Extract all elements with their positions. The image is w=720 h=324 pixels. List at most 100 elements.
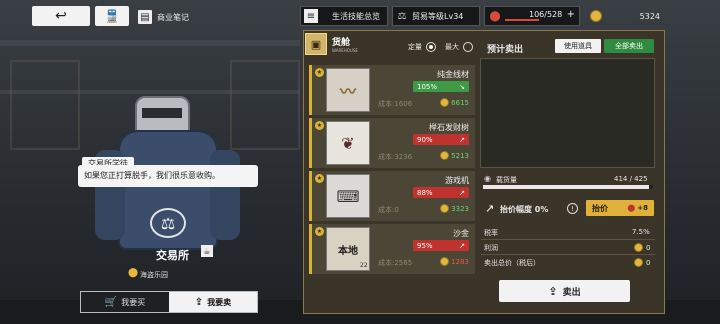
tab-sell-label: 我要卖 xyxy=(207,297,232,307)
stamina-icon: ⬤ xyxy=(489,10,501,22)
load-bar-fill xyxy=(483,185,649,189)
money-tree-icon: ❦ xyxy=(341,133,355,153)
item-cost: 成本:1606 xyxy=(378,100,413,108)
local-tag: 本地 xyxy=(338,245,358,257)
train-button[interactable]: 🚆 xyxy=(95,6,129,26)
trend-up-icon: ↘ xyxy=(459,82,465,91)
cart-icon: 🛒 xyxy=(104,296,118,308)
divider xyxy=(481,239,655,240)
option-fixed[interactable]: 定量 xyxy=(408,42,436,52)
raise-bonus: ⬤ +8 xyxy=(627,204,648,212)
item-percent: 105% ↘ xyxy=(413,81,469,92)
cargo-item[interactable]: ★ ❦ 榉石发财树 90% ↗ 成本:3236 5213 xyxy=(309,118,475,168)
shop-location: 海盗乐园 xyxy=(140,271,168,279)
back-button[interactable]: ↩ xyxy=(32,6,90,26)
coin-icon xyxy=(440,204,450,213)
npc-right-arm xyxy=(210,150,240,240)
cargo-item[interactable]: ★ 〰 纯金线材 105% ↘ 成本:1606 6615 xyxy=(309,65,475,115)
total-label: 卖出总价（税后） xyxy=(484,259,540,267)
shop-info-icon[interactable]: ☕ xyxy=(201,245,213,257)
cargo-title: 货舱 xyxy=(332,38,351,48)
use-item-button[interactable]: 使用道具 xyxy=(555,39,601,53)
tab-buy-label: 我要买 xyxy=(121,297,146,307)
sell-all-button[interactable]: 全部卖出 xyxy=(604,39,654,53)
notes-button[interactable]: ▤ 商业笔记 xyxy=(138,7,202,27)
exchange-emblem-icon: ⚖ xyxy=(150,208,186,238)
divider xyxy=(481,254,655,255)
item-thumbnail: ⌨ xyxy=(326,174,370,218)
option-fixed-label: 定量 xyxy=(408,43,422,51)
notebook-icon: ▤ xyxy=(138,10,152,24)
profit-value: 0 xyxy=(634,243,650,252)
load-icon: ◉ xyxy=(484,174,491,183)
star-icon: ★ xyxy=(315,68,324,77)
gold-wire-icon: 〰 xyxy=(339,82,356,101)
cargo-item[interactable]: ★ 本地 22 沙金 95% ↗ 成本:2565 1283 xyxy=(309,224,475,274)
item-name: 游戏机 xyxy=(445,176,469,185)
star-icon: ★ xyxy=(315,121,324,130)
profit-label: 利润 xyxy=(484,244,498,252)
total-value: 0 xyxy=(634,258,650,267)
coin-icon xyxy=(440,98,450,107)
tab-sell[interactable]: ⇪ 我要卖 xyxy=(169,292,257,312)
coin-chip: 5324 xyxy=(590,6,660,26)
stamina-chip[interactable]: ⬤ 106/528 + xyxy=(484,6,580,26)
coin-icon xyxy=(634,243,643,252)
item-percent: 95% ↗ xyxy=(413,240,469,251)
notes-label: 商业笔记 xyxy=(157,12,189,22)
list-icon: ≡ xyxy=(304,9,318,23)
raise-arrow-icon: ↗ xyxy=(485,202,495,215)
stamina-icon: ⬤ xyxy=(627,204,636,212)
back-arrow-icon: ↩ xyxy=(55,8,67,24)
sell-button[interactable]: ⇪ 卖出 xyxy=(499,280,630,302)
raise-button-label: 抬价 xyxy=(592,203,608,213)
tax-label: 税率 xyxy=(484,229,498,237)
raise-label: 抬价幅度 0% xyxy=(500,205,549,214)
trend-down-icon: ↗ xyxy=(459,135,465,144)
item-cost: 成本:3236 xyxy=(378,153,413,161)
trend-down-icon: ↗ xyxy=(459,241,465,250)
item-name: 纯金线材 xyxy=(437,70,469,79)
item-thumbnail: 〰 xyxy=(326,68,370,112)
item-cost: 成本:0 xyxy=(378,206,399,214)
bg-shelf xyxy=(10,60,80,150)
bg-beam xyxy=(0,40,300,46)
load-bar-track xyxy=(483,185,653,189)
item-price: 6615 xyxy=(440,98,469,107)
bg-shelf xyxy=(230,60,300,150)
trade-level-chip[interactable]: ⚖ 贸易等级Lv34 xyxy=(392,6,480,26)
tax-value: 7.5% xyxy=(632,228,650,236)
trade-tabs: 🛒 我要买 ⇪ 我要卖 xyxy=(80,291,258,313)
item-cost: 成本:2565 xyxy=(378,259,413,267)
trade-level-label: 贸易等级Lv34 xyxy=(412,11,464,21)
star-icon: ★ xyxy=(315,174,324,183)
option-max-radio[interactable] xyxy=(463,42,473,52)
coin-value: 5324 xyxy=(639,11,660,21)
option-max[interactable]: 最大 xyxy=(445,42,473,52)
option-fixed-radio[interactable] xyxy=(426,42,436,52)
info-icon[interactable]: ! xyxy=(567,203,578,214)
tab-buy[interactable]: 🛒 我要买 xyxy=(81,292,169,312)
item-percent: 88% ↗ xyxy=(413,187,469,198)
upload-icon: ⇪ xyxy=(548,284,558,298)
stamina-value: 106/528 xyxy=(529,10,563,19)
upload-icon: ⇪ xyxy=(194,296,204,308)
scale-icon: ⚖ xyxy=(397,10,407,22)
box-icon: ▣ xyxy=(305,33,327,55)
item-price: 3323 xyxy=(440,204,469,213)
item-quantity: 22 xyxy=(360,262,368,269)
raise-price-button[interactable]: 抬价 ⬤ +8 xyxy=(586,200,654,216)
cargo-item[interactable]: ★ ⌨ 游戏机 88% ↗ 成本:0 3323 xyxy=(309,171,475,221)
guide-button[interactable]: ≡ 生活技能总览 xyxy=(300,6,388,26)
stamina-plus-button[interactable]: + xyxy=(567,9,575,20)
item-percent: 90% ↗ xyxy=(413,134,469,145)
stamina-bar xyxy=(505,19,539,21)
sell-panel-title: 预计卖出 xyxy=(487,45,524,55)
npc-visor xyxy=(142,108,182,118)
guide-label: 生活技能总览 xyxy=(332,11,380,21)
coin-icon xyxy=(590,10,602,22)
game-console-icon: ⌨ xyxy=(336,186,360,206)
option-max-label: 最大 xyxy=(445,43,459,51)
star-icon: ★ xyxy=(315,227,324,236)
item-name: 沙金 xyxy=(453,229,469,238)
